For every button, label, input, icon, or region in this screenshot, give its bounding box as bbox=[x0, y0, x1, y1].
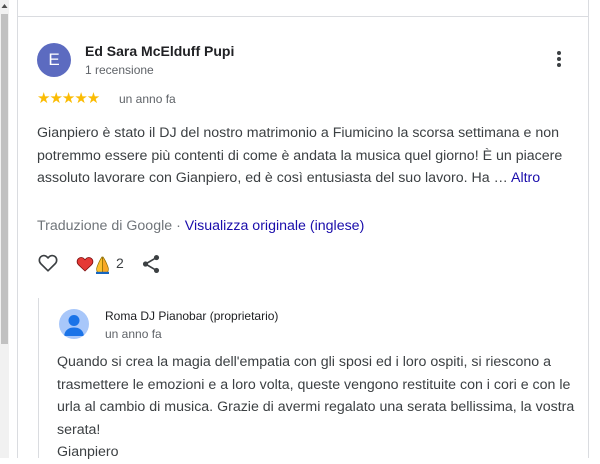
review-date: un anno fa bbox=[119, 92, 176, 106]
translation-note: Traduzione di Google · Visualizza origin… bbox=[37, 218, 364, 234]
like-icon[interactable] bbox=[37, 252, 59, 274]
scroll-up-arrow-icon[interactable] bbox=[0, 0, 9, 12]
owner-avatar bbox=[59, 309, 89, 339]
author-review-count: 1 recensione bbox=[85, 63, 154, 77]
translation-label: Traduzione di Google bbox=[37, 218, 173, 234]
star-rating: ★★★★★ bbox=[37, 90, 100, 107]
separator: · bbox=[172, 218, 185, 234]
more-vert-icon[interactable] bbox=[549, 49, 569, 73]
owner-reply-text: Quando si crea la magia dell'empatia con… bbox=[57, 351, 577, 464]
person-icon bbox=[64, 315, 84, 336]
reaction-count: 2 bbox=[116, 255, 124, 271]
scrollbar[interactable] bbox=[0, 0, 9, 458]
scroll-thumb[interactable] bbox=[1, 14, 8, 344]
reply-divider bbox=[38, 298, 39, 458]
share-icon[interactable] bbox=[140, 253, 162, 275]
reply-signature: Gianpiero bbox=[57, 444, 119, 460]
divider bbox=[18, 16, 588, 17]
review-card: E Ed Sara McElduff Pupi 1 recensione ★★★… bbox=[17, 0, 589, 460]
praying-hands-icon bbox=[96, 256, 109, 274]
owner-reply-date: un anno fa bbox=[105, 327, 162, 341]
owner-name: Roma DJ Pianobar (proprietario) bbox=[105, 309, 279, 323]
heart-icon bbox=[76, 257, 94, 272]
reactions-icon[interactable] bbox=[76, 253, 112, 275]
author-name[interactable]: Ed Sara McElduff Pupi bbox=[85, 43, 234, 59]
reply-body: Quando si crea la magia dell'empatia con… bbox=[57, 354, 575, 438]
review-actions: 2 bbox=[37, 252, 197, 276]
review-text: Gianpiero è stato il DJ del nostro matri… bbox=[37, 122, 577, 190]
view-original-link[interactable]: Visualizza originale (inglese) bbox=[185, 218, 365, 234]
avatar[interactable]: E bbox=[37, 43, 71, 77]
review-body: Gianpiero è stato il DJ del nostro matri… bbox=[37, 125, 563, 186]
more-link[interactable]: Altro bbox=[511, 170, 540, 186]
